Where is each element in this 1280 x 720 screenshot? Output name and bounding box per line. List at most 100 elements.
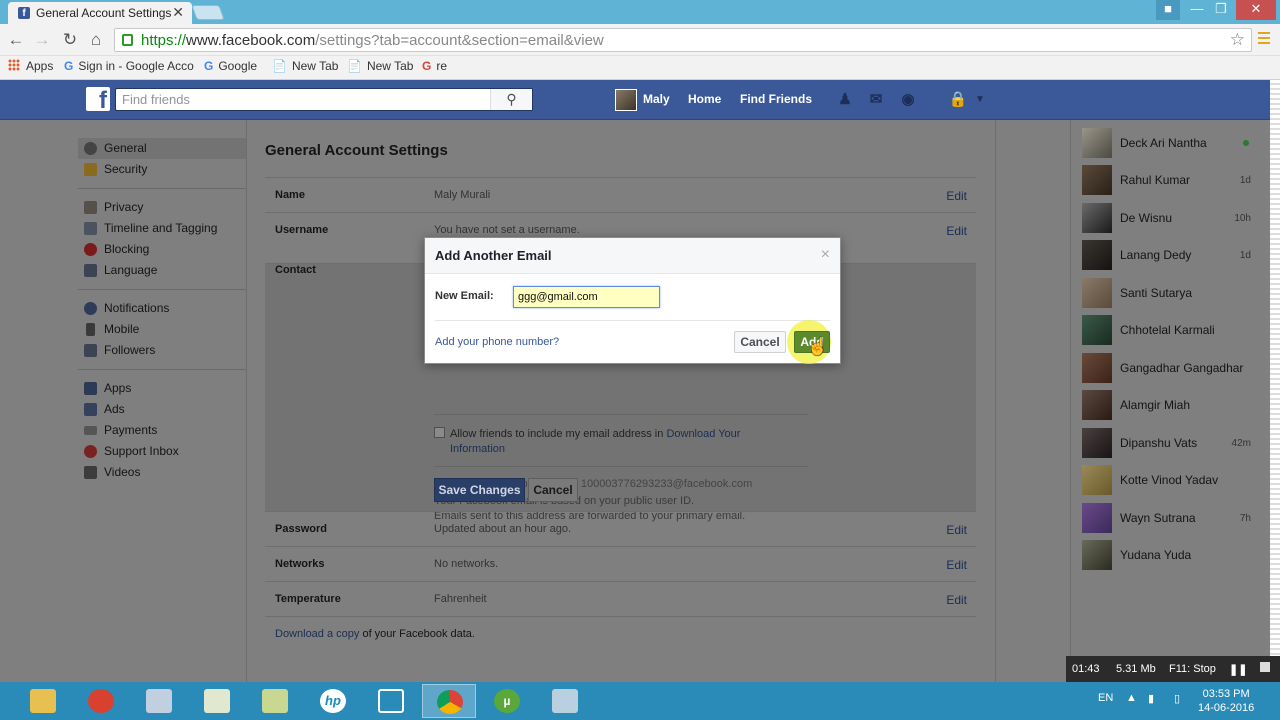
- address-bar[interactable]: https://www.facebook.com/settings?tab=ac…: [114, 28, 1252, 52]
- setting-row-temperature[interactable]: Temperature Fahrenheit Edit: [265, 581, 976, 616]
- chat-friend[interactable]: Alamgir Miah: [1082, 390, 1257, 420]
- notifications-globe-icon[interactable]: ◉: [898, 91, 918, 109]
- avatar: [1082, 165, 1112, 195]
- chrome-menu-icon[interactable]: [1258, 32, 1270, 46]
- messages-icon[interactable]: ✉: [866, 91, 886, 109]
- sidebar-item-timeline[interactable]: Timeline and Tagging: [78, 218, 246, 239]
- hp-app-button[interactable]: hp: [306, 684, 360, 718]
- sidebar-item-general[interactable]: General: [78, 138, 246, 159]
- sidebar-item-followers[interactable]: Followers: [78, 340, 246, 361]
- setting-row-networks[interactable]: Networks No networks. Edit: [265, 546, 976, 581]
- capture-app-button[interactable]: [364, 684, 418, 718]
- chat-friend[interactable]: Deck Ari Nantha: [1082, 128, 1257, 158]
- facebook-logo-icon[interactable]: f: [86, 87, 110, 111]
- chat-friend[interactable]: Lanang Dedy 1d: [1082, 240, 1257, 270]
- privacy-shortcuts-icon[interactable]: 🔒: [948, 91, 968, 109]
- bookmark-apps[interactable]: Apps: [8, 59, 53, 73]
- new-tab-button[interactable]: [191, 5, 225, 20]
- sidebar-item-blocking[interactable]: Blocking: [78, 239, 246, 260]
- search-icon[interactable]: ⚲: [490, 89, 532, 110]
- sidebar-item-notifications[interactable]: Notifications: [78, 298, 246, 319]
- download-info-link[interactable]: Download Your: [666, 428, 740, 440]
- chat-friend[interactable]: Yudana Yuda: [1082, 540, 1257, 570]
- bookmark-new-tab-1[interactable]: 📄 New Tab: [272, 59, 338, 73]
- bookmark-google-signin[interactable]: G Sign in - Google Acco: [64, 59, 194, 73]
- reload-icon[interactable]: ↻: [60, 30, 80, 50]
- stop-icon[interactable]: [1260, 662, 1270, 672]
- chrome-taskbar-button[interactable]: [422, 684, 476, 718]
- avatar[interactable]: [615, 89, 637, 111]
- chat-friend[interactable]: Wayn Sutrana 7h: [1082, 503, 1257, 533]
- sidebar-item-support[interactable]: Support Inbox: [78, 441, 246, 462]
- spreadsheet-app-button[interactable]: [190, 684, 244, 718]
- sidebar-item-mobile[interactable]: Mobile: [78, 319, 246, 340]
- back-icon[interactable]: ←: [6, 30, 26, 50]
- app-button[interactable]: [74, 684, 128, 718]
- bookmark-new-tab-2[interactable]: 📄 New Tab: [347, 59, 413, 73]
- edit-link[interactable]: Edit: [946, 558, 967, 572]
- utorrent-button[interactable]: µ: [480, 684, 534, 718]
- download-copy-link[interactable]: Download a copy: [275, 628, 359, 640]
- home-link[interactable]: Home: [688, 92, 721, 106]
- chat-friend[interactable]: De Wisnu 10h: [1082, 203, 1257, 233]
- bookmark-star-icon[interactable]: ☆: [1230, 30, 1245, 50]
- stop-hint[interactable]: F11: Stop: [1169, 663, 1216, 675]
- mobile-icon: [86, 323, 95, 336]
- sidebar-item-ads[interactable]: Ads: [78, 399, 246, 420]
- chat-friend[interactable]: Rahul Kumar 1d: [1082, 165, 1257, 195]
- sidebar-item-apps[interactable]: Apps: [78, 378, 246, 399]
- chat-friend[interactable]: Kotte Vinod Yadav: [1082, 465, 1257, 495]
- pause-icon[interactable]: ❚❚: [1229, 663, 1247, 676]
- bookmark-google[interactable]: G Google: [204, 59, 257, 73]
- window-close-icon[interactable]: ✕: [1236, 0, 1276, 20]
- setting-row-name[interactable]: Name Maly Murali Edit: [265, 177, 976, 212]
- edit-link[interactable]: Edit: [946, 593, 967, 607]
- forward-icon[interactable]: →: [32, 30, 52, 50]
- app-window-button[interactable]: [538, 684, 592, 718]
- notes-app-button[interactable]: [248, 684, 302, 718]
- sidebar-item-payments[interactable]: Payments: [78, 420, 246, 441]
- system-clock[interactable]: 03:53 PM 14-06-2016: [1198, 687, 1254, 715]
- edit-link[interactable]: Edit: [946, 523, 967, 537]
- search-input[interactable]: [116, 89, 486, 110]
- user-profile-icon[interactable]: ■: [1156, 0, 1180, 20]
- restore-icon[interactable]: ❐: [1210, 0, 1232, 20]
- shield-icon: [84, 163, 97, 176]
- download-info-link-2[interactable]: Information: [450, 443, 505, 455]
- chat-friend[interactable]: Chhotelal Karmali: [1082, 315, 1257, 345]
- sidebar-item-privacy[interactable]: Privacy: [78, 197, 246, 218]
- keyboard-app-button[interactable]: [132, 684, 186, 718]
- network-icon[interactable]: ▮: [1148, 692, 1154, 705]
- sidebar-item-security[interactable]: Security: [78, 159, 246, 180]
- chat-friend[interactable]: Gangadhar Gangadhar: [1082, 353, 1257, 383]
- chat-friend[interactable]: Santi Sutarya: [1082, 278, 1257, 308]
- tab-close-icon[interactable]: ✕: [172, 4, 184, 21]
- sidebar-item-language[interactable]: Language: [78, 260, 246, 281]
- edit-link[interactable]: Edit: [946, 189, 967, 203]
- save-changes-button[interactable]: Save Changes: [434, 478, 525, 502]
- language-indicator[interactable]: EN: [1098, 692, 1113, 704]
- tray-expand-icon[interactable]: ▲: [1126, 692, 1137, 704]
- cancel-button[interactable]: Cancel: [528, 478, 578, 502]
- clock-date: 14-06-2016: [1198, 702, 1255, 714]
- browser-tab[interactable]: f General Account Settings ✕: [8, 2, 192, 24]
- dialog-cancel-button[interactable]: Cancel: [734, 331, 786, 353]
- bookmark-re[interactable]: Gre: [422, 59, 447, 73]
- find-friends-link[interactable]: Find Friends: [740, 92, 812, 106]
- account-menu-chevron-icon[interactable]: ▼: [970, 91, 990, 109]
- scrollbar[interactable]: [1270, 80, 1280, 682]
- add-phone-link[interactable]: Add your phone number?: [435, 336, 559, 348]
- battery-icon[interactable]: ▯: [1174, 692, 1180, 705]
- setting-row-password[interactable]: Password Updated about an hour ago. Edit: [265, 511, 976, 546]
- home-icon[interactable]: ⌂: [86, 30, 106, 50]
- friend-requests-icon[interactable]: ♟: [835, 91, 855, 109]
- edit-link[interactable]: Edit: [946, 224, 967, 238]
- close-icon[interactable]: ×: [821, 246, 830, 264]
- sidebar-item-videos[interactable]: Videos: [78, 462, 246, 483]
- allow-friends-checkbox[interactable]: [434, 427, 445, 438]
- new-email-input[interactable]: [513, 286, 660, 308]
- chat-friend[interactable]: Dipanshu Vats 42m: [1082, 428, 1257, 458]
- profile-link[interactable]: Maly: [643, 92, 670, 106]
- minimize-icon[interactable]: —: [1186, 0, 1208, 20]
- file-explorer-button[interactable]: [16, 684, 70, 718]
